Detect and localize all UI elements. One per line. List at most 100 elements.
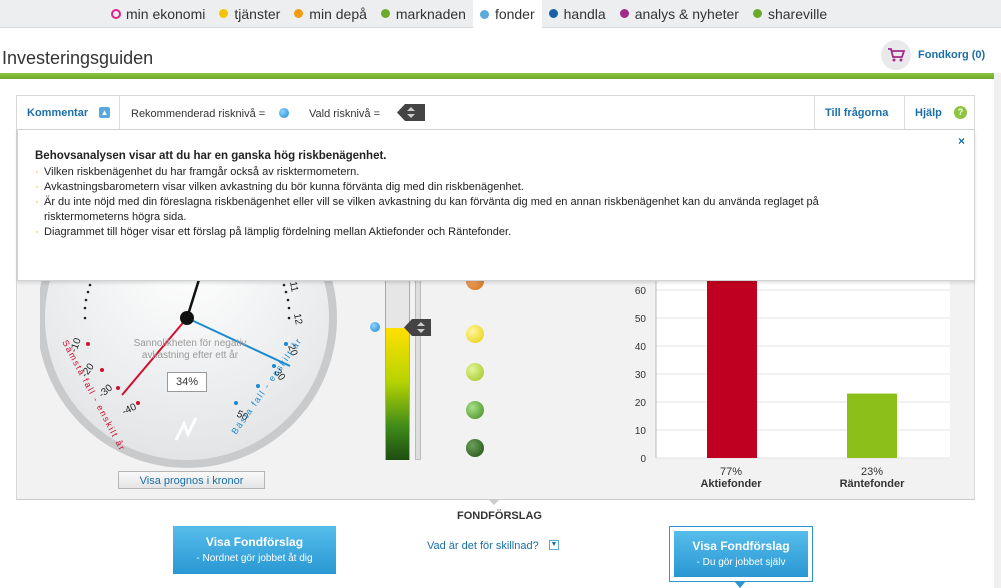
nav-item-min-ekonomi[interactable]: min ekonomi <box>104 0 212 27</box>
toolbar-divider <box>119 96 120 130</box>
nav-dot-icon <box>479 9 489 19</box>
bar-value-label: 77% <box>719 466 743 478</box>
selected-arrow-icon <box>734 581 746 588</box>
comment-bullet: · Diagrammet till höger visar ett förslag… <box>35 225 835 240</box>
bar-aktiefonder <box>707 270 757 458</box>
comment-bullets: · Vilken riskbenägenhet du har framgår oc… <box>35 165 835 240</box>
y-tick-label: 10 <box>635 426 647 437</box>
back-to-questions-link[interactable]: Till frågorna <box>825 107 888 119</box>
cart-label[interactable]: Fondkorg (0) <box>918 49 985 61</box>
gauge-hub <box>180 311 194 325</box>
header-green-bar <box>0 73 994 79</box>
risk-level-dot-lightgreen <box>466 363 484 381</box>
bullet-icon: · <box>35 226 39 238</box>
show-fund-suggestion-managed-button[interactable]: Visa Fondförslag - Nordnet gör jobbet åt… <box>173 526 336 574</box>
divider-arrow-icon <box>488 499 500 505</box>
risk-level-dot-green <box>466 401 484 419</box>
nav-dot-icon <box>219 9 229 18</box>
guide-toolbar: Kommentar ▲ Rekommenderad risknivå = Val… <box>17 96 974 131</box>
selected-risk-label: Vald risknivå = <box>309 108 381 120</box>
y-tick-label: 50 <box>635 314 647 325</box>
nav-dot-icon <box>380 9 390 18</box>
nav-item-shareville[interactable]: shareville <box>746 0 834 27</box>
y-tick-label: 60 <box>635 286 647 297</box>
comment-heading: Behovsanalysen visar att du har en gansk… <box>35 150 387 162</box>
nav-items: min ekonomi tjänster min depå marknaden fond… <box>104 0 834 28</box>
risk-thermometer <box>385 280 410 460</box>
thermometer-fill <box>386 328 409 460</box>
comment-panel: × Behovsanalysen visar att du har en gan… <box>17 129 975 281</box>
recommended-risk-label: Rekommenderad risknivå = <box>131 108 266 120</box>
close-icon[interactable]: × <box>958 134 965 148</box>
title-bar: Investeringsguiden <box>0 28 1001 72</box>
bar-label-aktiefonder: 77% Aktiefonder <box>686 466 776 490</box>
toolbar-divider <box>904 96 905 130</box>
nav-dot-icon <box>111 8 121 19</box>
comment-bullet-text: Diagrammet till höger visar ett förslag … <box>44 226 512 238</box>
negative-return-probability: 34% <box>167 372 207 392</box>
nav-item-label: fonder <box>494 6 535 22</box>
nav-item-analys-nyheter[interactable]: analys & nyheter <box>613 0 746 27</box>
difference-info-link[interactable]: Vad är det för skillnad? <box>427 540 539 552</box>
nav-item-label: analys & nyheter <box>634 5 739 22</box>
cart-button[interactable] <box>881 40 911 70</box>
page-scrollbar[interactable] <box>994 73 1001 588</box>
kommentar-toggle[interactable]: Kommentar <box>27 107 88 119</box>
toolbar-divider <box>814 96 815 130</box>
button-title: Visa Fondförslag <box>692 539 790 553</box>
button-title: Visa Fondförslag <box>205 535 304 549</box>
fund-allocation-chart: 0 10 20 30 40 50 60 <box>635 270 950 465</box>
nav-dot-icon <box>752 9 762 18</box>
button-subtitle: - Nordnet gör jobbet åt dig <box>196 553 313 564</box>
selected-risk-indicator-icon <box>397 104 425 121</box>
nav-item-min-depå[interactable]: min depå <box>287 0 374 27</box>
page-title: Investeringsguiden <box>2 48 154 68</box>
comment-bullet-text: Vilken riskbenägenhet du har framgår ock… <box>44 166 360 178</box>
bar-value-label: 23% <box>860 466 884 478</box>
recommended-level-marker-icon <box>370 322 380 332</box>
nav-item-label: marknaden <box>395 5 466 22</box>
risk-slider-track[interactable] <box>415 280 421 460</box>
bullet-icon: · <box>35 181 39 193</box>
return-barometer-gauge: -10 -20 -30 -40 11 12 20 30 50 Sämsta fa… <box>40 260 337 468</box>
show-prognosis-button[interactable]: Visa prognos i kronor <box>118 471 265 489</box>
show-fund-suggestion-self-button[interactable]: Visa Fondförslag - Du gör jobbet själv <box>674 531 808 577</box>
y-tick-label: 40 <box>635 342 647 353</box>
fondforslag-title: FONDFÖRSLAG <box>457 510 542 522</box>
bullet-icon: · <box>35 196 39 208</box>
nav-dot-icon <box>294 9 304 18</box>
nav-item-label: min ekonomi <box>126 5 206 22</box>
nav-item-label: tjänster <box>234 5 281 22</box>
bar-label-rantefonder: 23% Räntefonder <box>827 466 917 490</box>
bar-category-label: Aktiefonder <box>700 478 762 490</box>
bullet-icon: · <box>35 166 39 178</box>
button-subtitle: - Du gör jobbet själv <box>696 557 786 568</box>
collapse-icon[interactable]: ▲ <box>99 107 110 118</box>
top-navigation: min ekonomi tjänster min depå marknaden fond… <box>0 0 1001 28</box>
recommended-risk-indicator-icon <box>279 108 289 118</box>
nav-dot-icon <box>548 9 558 18</box>
bar-räntefonder <box>847 393 897 458</box>
comment-bullet: · Avkastningsbarometern visar vilken avka… <box>35 180 835 195</box>
nav-item-marknaden[interactable]: marknaden <box>374 0 473 27</box>
comment-bullet: · Är du inte nöjd med din föreslagna risk… <box>35 195 835 225</box>
risk-level-dot-yellow <box>466 325 484 343</box>
y-tick-label: 30 <box>635 370 647 381</box>
y-tick-label: 20 <box>635 398 647 409</box>
comment-bullet-text: Avkastningsbarometern visar vilken avkas… <box>44 181 524 193</box>
risk-level-dot-darkgreen <box>466 439 484 457</box>
bar-category-label: Räntefonder <box>839 478 905 490</box>
nav-dot-icon <box>619 9 629 18</box>
help-icon[interactable]: ? <box>954 106 967 119</box>
chevron-down-icon[interactable]: ▼ <box>549 540 559 550</box>
nav-item-handla[interactable]: handla <box>542 0 613 27</box>
risk-slider-handle[interactable] <box>404 319 431 336</box>
nav-item-fonder[interactable]: fonder <box>472 0 542 28</box>
gauge-description: Sannolikheten för negativ avkastning eft… <box>133 338 247 361</box>
help-link[interactable]: Hjälp <box>915 107 942 119</box>
comment-bullet-text: Är du inte nöjd med din föreslagna riskb… <box>44 196 819 223</box>
nav-item-tjänster[interactable]: tjänster <box>212 0 287 27</box>
nav-item-label: handla <box>563 5 606 22</box>
shopping-cart-icon <box>888 48 905 62</box>
nav-item-label: shareville <box>767 5 828 22</box>
